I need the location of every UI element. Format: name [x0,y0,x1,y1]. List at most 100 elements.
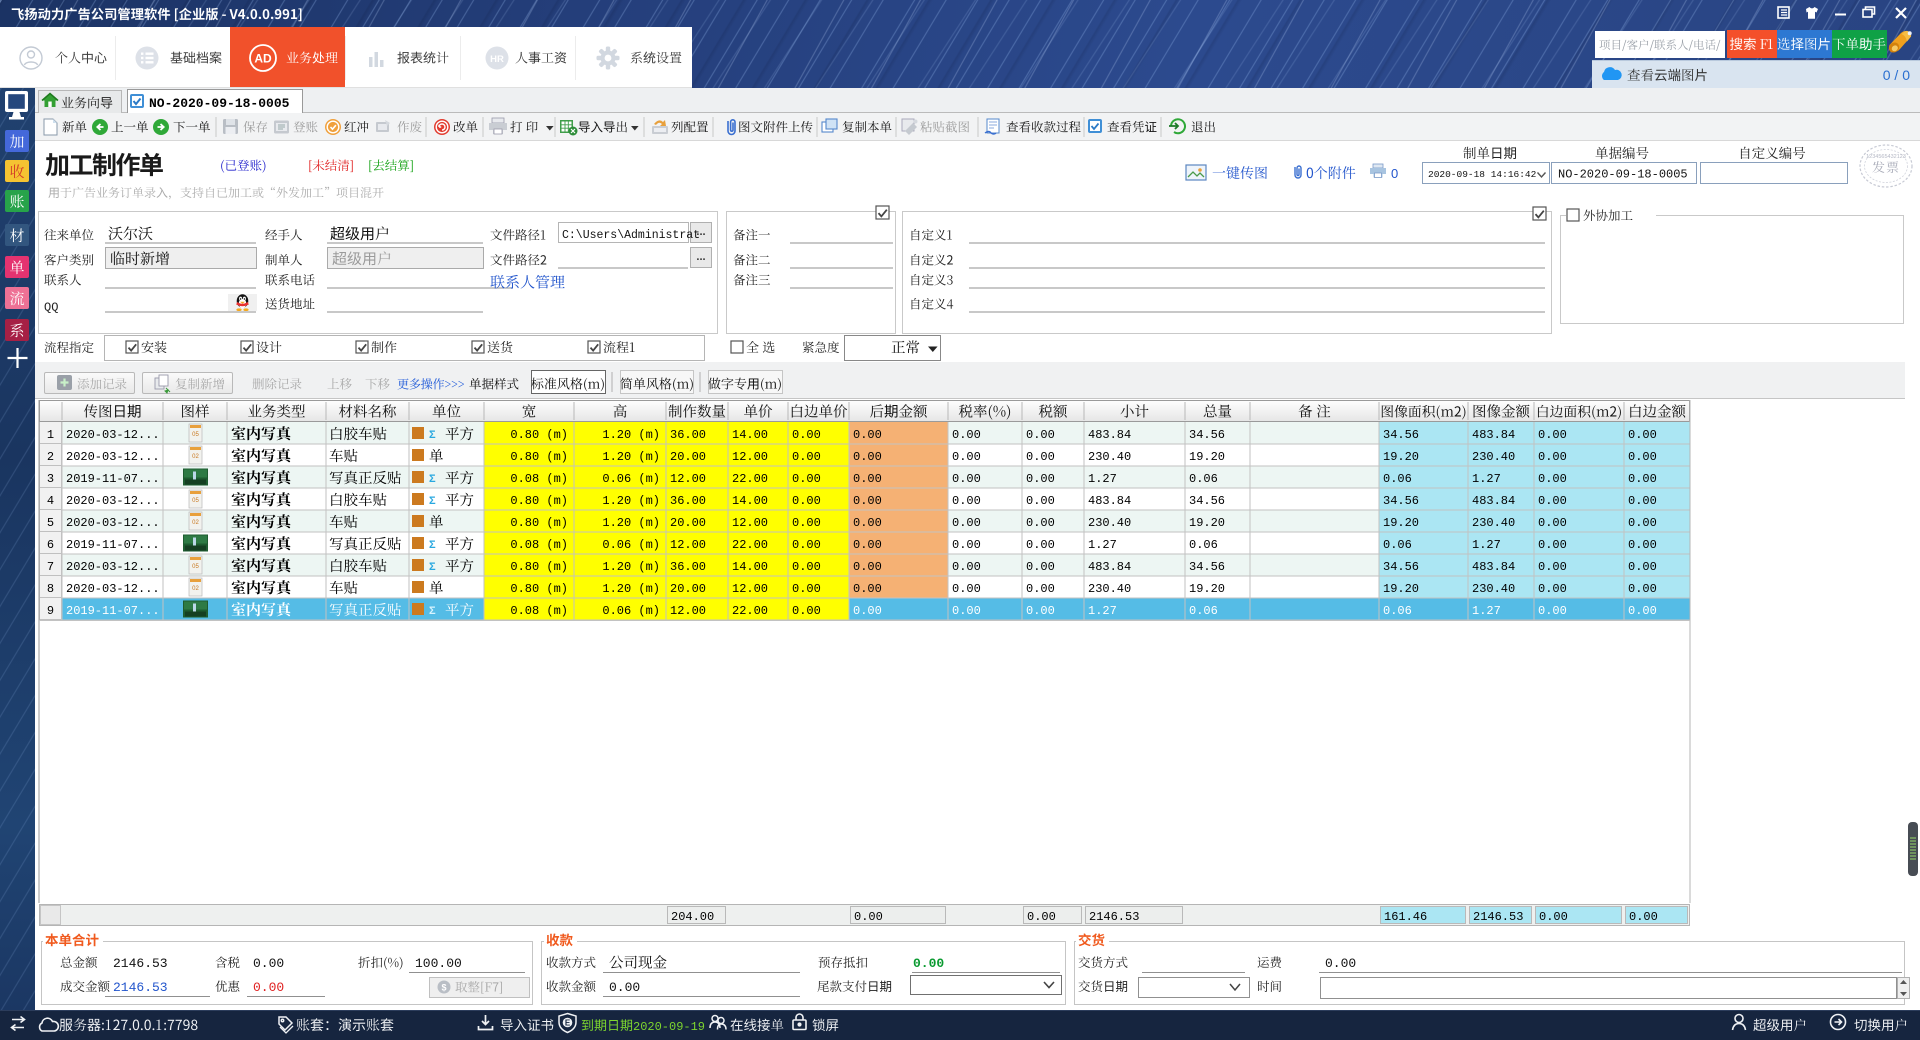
svg-text:1.20 (m): 1.20 (m) [602,560,660,574]
svg-text:E: E [565,1019,571,1028]
svg-text:0.00: 0.00 [792,538,821,552]
svg-text:2020-03-12...: 2020-03-12... [66,516,160,530]
svg-text:36.00: 36.00 [670,560,706,574]
svg-text:0.00: 0.00 [1538,538,1567,552]
svg-text:22.00: 22.00 [732,472,768,486]
svg-text:QQ: QQ [44,301,58,315]
svg-text:0.06: 0.06 [1189,472,1218,486]
svg-text:0.00: 0.00 [1628,560,1657,574]
svg-text:1.20 (m): 1.20 (m) [602,582,660,596]
svg-text:2020-03-12...: 2020-03-12... [66,450,160,464]
svg-text:0.00: 0.00 [952,582,981,596]
svg-text:0.00: 0.00 [1538,428,1567,442]
svg-text:12.00: 12.00 [670,472,706,486]
svg-text:0.80 (m): 0.80 (m) [510,450,568,464]
svg-text:AD: AD [254,52,272,66]
svg-text:0 / 0: 0 / 0 [1883,67,1910,83]
svg-text:34.56: 34.56 [1383,428,1419,442]
svg-text:0.00: 0.00 [853,560,882,574]
svg-text:0.06: 0.06 [1383,538,1412,552]
svg-text:0.00: 0.00 [1325,956,1356,971]
svg-text:0.00: 0.00 [952,494,981,508]
svg-text:2019-11-07...: 2019-11-07... [66,538,160,552]
svg-text:1.27: 1.27 [1088,538,1117,552]
svg-text:483.84: 483.84 [1472,428,1515,442]
svg-text:483.84: 483.84 [1088,560,1131,574]
svg-text:0.06 (m): 0.06 (m) [602,472,660,486]
svg-text:0.00: 0.00 [952,516,981,530]
svg-text:0.08 (m): 0.08 (m) [510,604,568,618]
svg-text:02: 02 [192,586,199,592]
svg-text:1.27: 1.27 [1088,604,1117,618]
svg-text:1.20 (m): 1.20 (m) [602,428,660,442]
svg-text:9: 9 [47,604,54,618]
svg-text:0.00: 0.00 [1026,428,1055,442]
svg-text:0.00: 0.00 [792,494,821,508]
svg-text:0.00: 0.00 [1538,604,1567,618]
svg-text:0.08 (m): 0.08 (m) [510,538,568,552]
svg-text:0.00: 0.00 [1628,582,1657,596]
svg-text:12.00: 12.00 [732,582,768,596]
svg-text:22.00: 22.00 [732,604,768,618]
svg-text:2020-09-19: 2020-09-19 [633,1020,705,1034]
svg-text:0.00: 0.00 [253,980,284,995]
svg-text:NO-2020-09-18-0005: NO-2020-09-18-0005 [149,96,290,111]
svg-text:0.00: 0.00 [1026,516,1055,530]
svg-text:0: 0 [1391,166,1398,181]
svg-text:14.00: 14.00 [732,494,768,508]
svg-text:0.00: 0.00 [1628,538,1657,552]
svg-text:2020-03-12...: 2020-03-12... [66,582,160,596]
svg-text:0.00: 0.00 [1538,472,1567,486]
svg-text:02: 02 [192,454,199,460]
svg-text:1.20 (m): 1.20 (m) [602,494,660,508]
svg-text:0.00: 0.00 [1539,910,1568,924]
svg-text:19.20: 19.20 [1383,582,1419,596]
svg-text:19.20: 19.20 [1383,450,1419,464]
svg-text:14.00: 14.00 [732,560,768,574]
svg-text:34.56: 34.56 [1189,494,1225,508]
svg-text:19.20: 19.20 [1189,450,1225,464]
svg-text:0.00: 0.00 [253,956,284,971]
svg-text:2020-03-12...: 2020-03-12... [66,428,160,442]
svg-text:0.00: 0.00 [1026,472,1055,486]
svg-text:0.06 (m): 0.06 (m) [602,538,660,552]
svg-text:483.84: 483.84 [1472,560,1515,574]
svg-text:0.00: 0.00 [1628,428,1657,442]
svg-text:8: 8 [47,582,54,596]
svg-text:36.00: 36.00 [670,428,706,442]
svg-text:0.00: 0.00 [1538,516,1567,530]
svg-text:0.00: 0.00 [853,582,882,596]
svg-text:...: ... [696,251,705,263]
svg-text:0.00: 0.00 [913,956,944,971]
svg-text:1.20 (m): 1.20 (m) [602,450,660,464]
svg-text:483.84: 483.84 [1088,494,1131,508]
svg-text:0.00: 0.00 [1628,494,1657,508]
svg-text:0.00: 0.00 [609,980,640,995]
svg-text:6: 6 [47,538,54,552]
svg-text:230.40: 230.40 [1088,516,1131,530]
svg-text:2146.53: 2146.53 [1473,910,1523,924]
svg-text:2019-11-07...: 2019-11-07... [66,604,160,618]
svg-text:230.40: 230.40 [1088,582,1131,596]
svg-text:12.00: 12.00 [732,450,768,464]
svg-text:...: ... [696,226,705,238]
svg-text:20.00: 20.00 [670,450,706,464]
svg-text:Σ: Σ [429,429,436,441]
svg-text:12.00: 12.00 [670,538,706,552]
svg-text:0.00: 0.00 [1628,472,1657,486]
svg-text:0.00: 0.00 [792,450,821,464]
svg-text:0.00: 0.00 [1538,582,1567,596]
svg-text:1.20 (m): 1.20 (m) [602,516,660,530]
svg-text:0.00: 0.00 [854,910,883,924]
svg-text:0.00: 0.00 [792,604,821,618]
svg-text:0.00: 0.00 [1628,450,1657,464]
svg-text:12.00: 12.00 [670,604,706,618]
svg-text:0.06: 0.06 [1383,472,1412,486]
svg-text:0.00: 0.00 [952,450,981,464]
svg-text:230.40: 230.40 [1472,582,1515,596]
svg-text:2020-09-18 14:16:42: 2020-09-18 14:16:42 [1428,169,1537,180]
svg-text:36.00: 36.00 [670,494,706,508]
svg-text:Σ: Σ [429,495,436,507]
svg-text:0.00: 0.00 [1026,560,1055,574]
svg-text:0.80 (m): 0.80 (m) [510,494,568,508]
